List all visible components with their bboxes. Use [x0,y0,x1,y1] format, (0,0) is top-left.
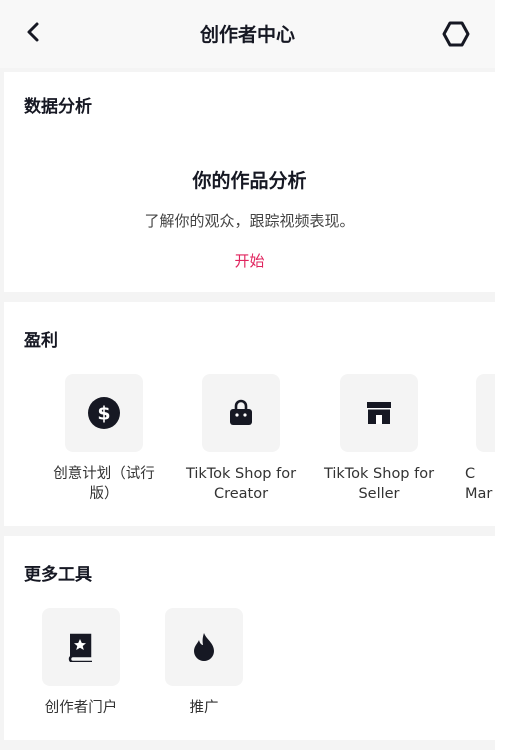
tool-item-creator-portal[interactable]: 创作者门户 [21,608,141,718]
monetization-item-label: C Mar [465,466,493,502]
tool-item-label: 创作者门户 [44,700,118,716]
flame-icon [194,633,214,661]
monetization-item-shop-seller[interactable]: TikTok Shop for Seller [319,374,439,504]
analytics-card: 数据分析 你的作品分析 了解你的观众，跟踪视频表现。 开始 [4,72,495,292]
analytics-headline: 你的作品分析 [192,170,307,192]
store-icon [367,402,391,424]
tools-tiles: 创作者门户 推广 [4,608,495,748]
tools-card: 更多工具 创作者门户 推广 [4,536,495,740]
tool-item-promote[interactable]: 推广 [144,608,264,718]
tile-icon-box [340,374,418,452]
monetization-item-creativity-program[interactable]: $ 创意计划（试行版） [44,374,164,504]
book-star-icon [68,633,92,662]
tool-item-label: 推广 [189,700,219,716]
dollar-icon: $ [88,397,120,429]
shopping-bag-icon [230,399,252,425]
monetization-item-shop-creator[interactable]: TikTok Shop for Creator [181,374,301,504]
monetization-tiles: $ 创意计划（试行版） TikTok Shop for Creator TikT… [4,374,495,514]
page-title: 创作者中心 [199,24,295,46]
monetization-section-title: 盈利 [24,331,58,351]
monetization-item-label: 创意计划（试行版） [53,466,155,502]
svg-text:$: $ [97,403,110,425]
monetization-item-label: TikTok Shop for Seller [323,466,435,502]
top-bar: 创作者中心 [0,0,495,68]
analytics-subtitle: 了解你的观众，跟踪视频表现。 [144,212,355,230]
settings-button[interactable] [440,18,472,50]
monetization-item-partial[interactable]: C Mar [455,374,495,504]
monetization-card: 盈利 $ 创意计划（试行版） TikTok Shop for Creator T… [4,302,495,526]
tools-section-title: 更多工具 [24,565,92,585]
tile-icon-box [42,608,120,686]
tile-icon-box [165,608,243,686]
analytics-start-link[interactable]: 开始 [4,250,495,271]
tile-icon-box [476,374,495,452]
monetization-item-label: TikTok Shop for Creator [185,466,297,502]
creator-center-screen: 创作者中心 数据分析 你的作品分析 了解你的观众，跟踪视频表现。 开始 盈利 $… [0,0,495,750]
right-edge [495,0,513,750]
analytics-section-title: 数据分析 [24,97,92,117]
tile-icon-box [202,374,280,452]
tile-icon-box: $ [65,374,143,452]
gear-icon [442,21,470,47]
